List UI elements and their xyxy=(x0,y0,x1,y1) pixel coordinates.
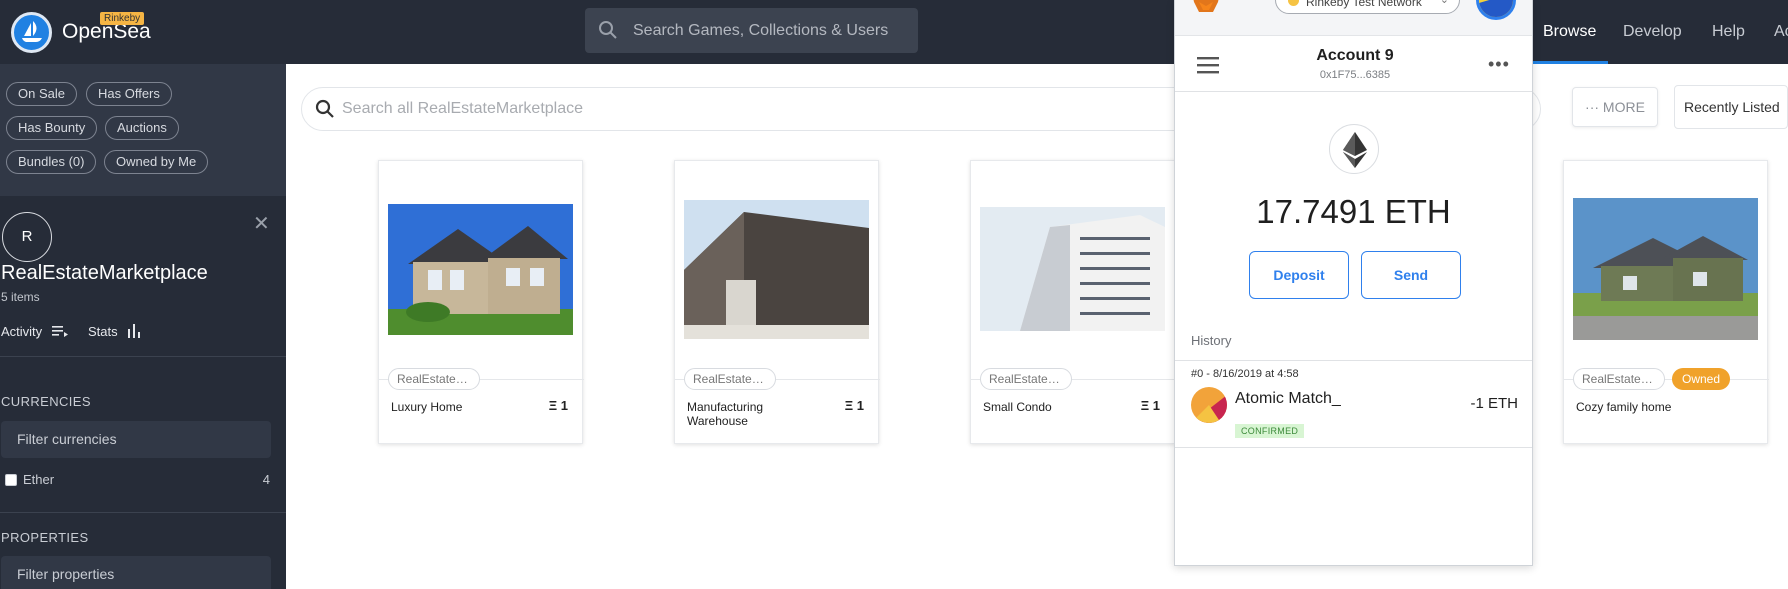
card-collection-badge[interactable]: RealEstate… xyxy=(1573,368,1665,390)
deposit-button[interactable]: Deposit xyxy=(1249,251,1349,299)
card-title: Manufacturing Warehouse xyxy=(687,400,764,428)
asset-card[interactable]: RealEstate… Manufacturing Warehouse Ξ 1 xyxy=(674,160,880,444)
filter-currencies-input[interactable]: Filter currencies xyxy=(1,421,271,458)
card-price: Ξ 1 xyxy=(548,398,568,413)
metamask-popup: Rinkeby Test Network ⌄ Account 9 0x1F75.… xyxy=(1174,0,1533,566)
properties-heading: PROPERTIES xyxy=(1,530,89,545)
transaction-date: #0 - 8/16/2019 at 4:58 xyxy=(1191,368,1299,380)
account-address[interactable]: 0x1F75...6385 xyxy=(1255,69,1455,81)
nav-help[interactable]: Help xyxy=(1712,23,1745,41)
card-title: Cozy family home xyxy=(1576,400,1672,414)
card-collection-badge[interactable]: RealEstate… xyxy=(980,368,1072,390)
stats-label: Stats xyxy=(88,324,118,339)
transaction-status-badge: CONFIRMED xyxy=(1235,424,1305,438)
contract-icon xyxy=(1191,387,1227,423)
asset-image xyxy=(980,207,1165,331)
collection-name: RealEstateMarketplace xyxy=(1,262,208,284)
sidebar-divider xyxy=(0,356,286,357)
asset-card[interactable]: RealEstate… Owned Cozy family home xyxy=(1563,160,1769,444)
card-title: Luxury Home xyxy=(391,400,463,414)
chip-owned-by-me[interactable]: Owned by Me xyxy=(104,150,209,174)
chip-bundles[interactable]: Bundles (0) xyxy=(6,150,97,174)
sidebar-divider xyxy=(0,512,286,513)
account-identicon[interactable] xyxy=(1476,0,1516,20)
account-balance: 17.7491 ETH xyxy=(1256,193,1451,230)
collection-search-placeholder: Search all RealEstateMarketplace xyxy=(342,100,584,117)
filter-properties-input[interactable]: Filter properties xyxy=(1,556,271,589)
filter-chips: On Sale Has Offers Has Bounty Auctions B… xyxy=(0,64,286,196)
chip-auctions[interactable]: Auctions xyxy=(105,116,179,140)
sort-select[interactable]: Recently Listed xyxy=(1674,85,1788,129)
opensea-logo-icon[interactable] xyxy=(11,12,52,53)
card-price: Ξ 1 xyxy=(1140,398,1160,413)
asset-image xyxy=(388,204,573,335)
close-icon[interactable]: ✕ xyxy=(253,211,270,236)
bar-chart-icon xyxy=(128,324,141,338)
transaction-amount: -1 ETH xyxy=(1470,395,1518,412)
asset-image xyxy=(684,200,869,339)
collection-item-count: 5 items xyxy=(1,290,40,304)
filter-sidebar: On Sale Has Offers Has Bounty Auctions B… xyxy=(0,64,286,589)
metamask-fox-icon[interactable] xyxy=(1191,0,1221,14)
network-name: Rinkeby Test Network xyxy=(1306,0,1422,9)
chip-has-bounty[interactable]: Has Bounty xyxy=(6,116,98,140)
metamask-header: Rinkeby Test Network ⌄ xyxy=(1175,0,1532,36)
send-button[interactable]: Send xyxy=(1361,251,1461,299)
card-collection-badge[interactable]: RealEstate… xyxy=(388,368,480,390)
history-divider xyxy=(1175,360,1532,361)
nav-account[interactable]: Ac xyxy=(1774,23,1788,41)
collection-avatar: R xyxy=(2,212,52,262)
opensea-page: OpenSea Rinkeby Search Games, Collection… xyxy=(0,0,1788,589)
network-selector[interactable]: Rinkeby Test Network ⌄ xyxy=(1275,0,1460,14)
search-icon xyxy=(315,99,334,118)
nav-active-indicator xyxy=(1532,61,1608,64)
asset-card[interactable]: RealEstate… Luxury Home Ξ 1 xyxy=(378,160,584,444)
more-options-icon[interactable]: ••• xyxy=(1488,54,1510,75)
owned-badge: Owned xyxy=(1672,368,1731,390)
hamburger-menu-icon[interactable] xyxy=(1197,56,1219,74)
search-icon xyxy=(599,21,617,39)
global-search-input[interactable]: Search Games, Collections & Users xyxy=(585,8,918,53)
search-placeholder: Search Games, Collections & Users xyxy=(633,22,889,39)
more-filters-button[interactable]: ··· MORE xyxy=(1572,87,1658,127)
activity-list-icon xyxy=(51,326,68,337)
card-price: Ξ 1 xyxy=(844,398,864,413)
network-status-icon xyxy=(1288,0,1299,6)
currency-item-ether[interactable]: Ether 4 xyxy=(5,471,270,491)
network-badge: Rinkeby xyxy=(100,12,145,25)
transaction-name: Atomic Match_ xyxy=(1235,390,1341,407)
nav-browse[interactable]: Browse xyxy=(1543,23,1596,41)
history-heading: History xyxy=(1191,333,1232,348)
header-divider xyxy=(1175,91,1532,92)
asset-image xyxy=(1573,198,1758,340)
ether-label: Ether xyxy=(23,472,55,487)
account-name[interactable]: Account 9 xyxy=(1255,47,1455,65)
chip-on-sale[interactable]: On Sale xyxy=(6,82,77,106)
transaction-divider xyxy=(1175,447,1532,448)
eth-token-icon xyxy=(1329,124,1379,174)
asset-card[interactable]: RealEstate… Small Condo Ξ 1 xyxy=(970,160,1176,444)
activity-label: Activity xyxy=(1,324,43,339)
stats-link[interactable]: Stats xyxy=(88,324,141,339)
chevron-down-icon: ⌄ xyxy=(1439,0,1449,6)
activity-link[interactable]: Activity xyxy=(1,324,68,339)
card-collection-badge[interactable]: RealEstate… xyxy=(684,368,776,390)
ether-checkbox[interactable] xyxy=(5,474,17,486)
currencies-heading: CURRENCIES xyxy=(1,394,91,409)
card-title: Small Condo xyxy=(983,400,1052,414)
nav-develop[interactable]: Develop xyxy=(1623,23,1682,41)
ether-count: 4 xyxy=(262,472,270,487)
chip-has-offers[interactable]: Has Offers xyxy=(86,82,172,106)
